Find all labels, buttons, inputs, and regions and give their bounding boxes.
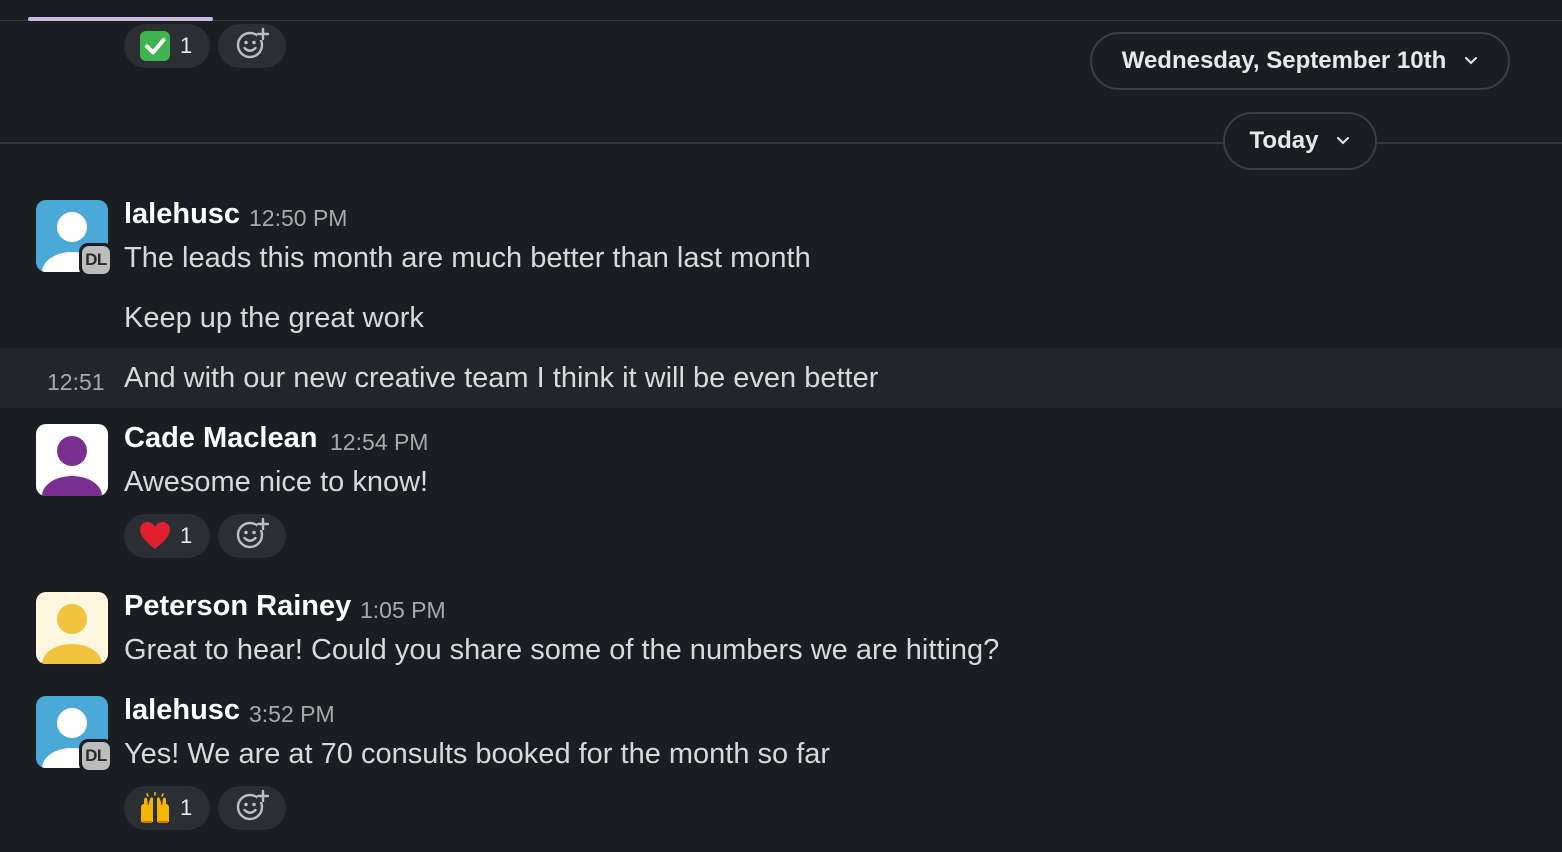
reaction-heart[interactable]: 1	[124, 514, 210, 558]
message-timestamp[interactable]: 12:50 PM	[249, 205, 347, 232]
user-badge: DL	[79, 739, 113, 773]
message-text: Yes! We are at 70 consults booked for th…	[124, 738, 831, 770]
message-pane: 1 Wednesday, September 10th Today DL lal…	[0, 0, 1562, 852]
reaction-raised-hands[interactable]: 1	[124, 786, 210, 830]
date-jump-wednesday[interactable]: Wednesday, September 10th	[1090, 32, 1510, 90]
date-label: Today	[1249, 127, 1319, 154]
add-reaction-icon	[235, 789, 270, 828]
add-reaction-button[interactable]	[218, 24, 286, 68]
sender-name[interactable]: Cade Maclean	[124, 422, 317, 455]
avatar[interactable]	[36, 424, 108, 496]
add-reaction-button[interactable]	[218, 786, 286, 830]
sender-name[interactable]: lalehusc	[124, 198, 240, 231]
add-reaction-icon	[235, 517, 270, 556]
message-timestamp[interactable]: 12:51	[47, 369, 105, 396]
message-text: Great to hear! Could you share some of t…	[124, 634, 1000, 666]
reaction-count: 1	[180, 523, 193, 548]
add-reaction-button[interactable]	[218, 514, 286, 558]
message-timestamp[interactable]: 12:54 PM	[330, 429, 428, 456]
message-text: And with our new creative team I think i…	[124, 362, 879, 394]
active-tab-indicator	[28, 17, 213, 21]
raised-hands-emoji-icon	[138, 791, 172, 825]
top-border	[0, 20, 1562, 21]
chevron-down-icon	[1464, 56, 1478, 66]
message-text: Keep up the great work	[124, 302, 424, 334]
check-emoji-icon	[138, 29, 172, 63]
add-reaction-icon	[235, 27, 270, 66]
reaction-count: 1	[180, 795, 193, 820]
message-timestamp[interactable]: 1:05 PM	[360, 597, 446, 624]
chevron-down-icon	[1336, 136, 1350, 146]
avatar[interactable]	[36, 592, 108, 664]
message-timestamp[interactable]: 3:52 PM	[249, 701, 335, 728]
sender-name[interactable]: lalehusc	[124, 694, 240, 727]
message-text: Awesome nice to know!	[124, 466, 429, 498]
date-jump-today[interactable]: Today	[1223, 112, 1377, 170]
date-label: Wednesday, September 10th	[1121, 47, 1447, 74]
sender-name[interactable]: Peterson Rainey	[124, 590, 351, 623]
user-badge: DL	[79, 243, 113, 277]
heart-emoji-icon	[138, 519, 172, 553]
reaction-check[interactable]: 1	[124, 24, 210, 68]
message-text: The leads this month are much better tha…	[124, 242, 811, 274]
reaction-count: 1	[180, 33, 193, 58]
